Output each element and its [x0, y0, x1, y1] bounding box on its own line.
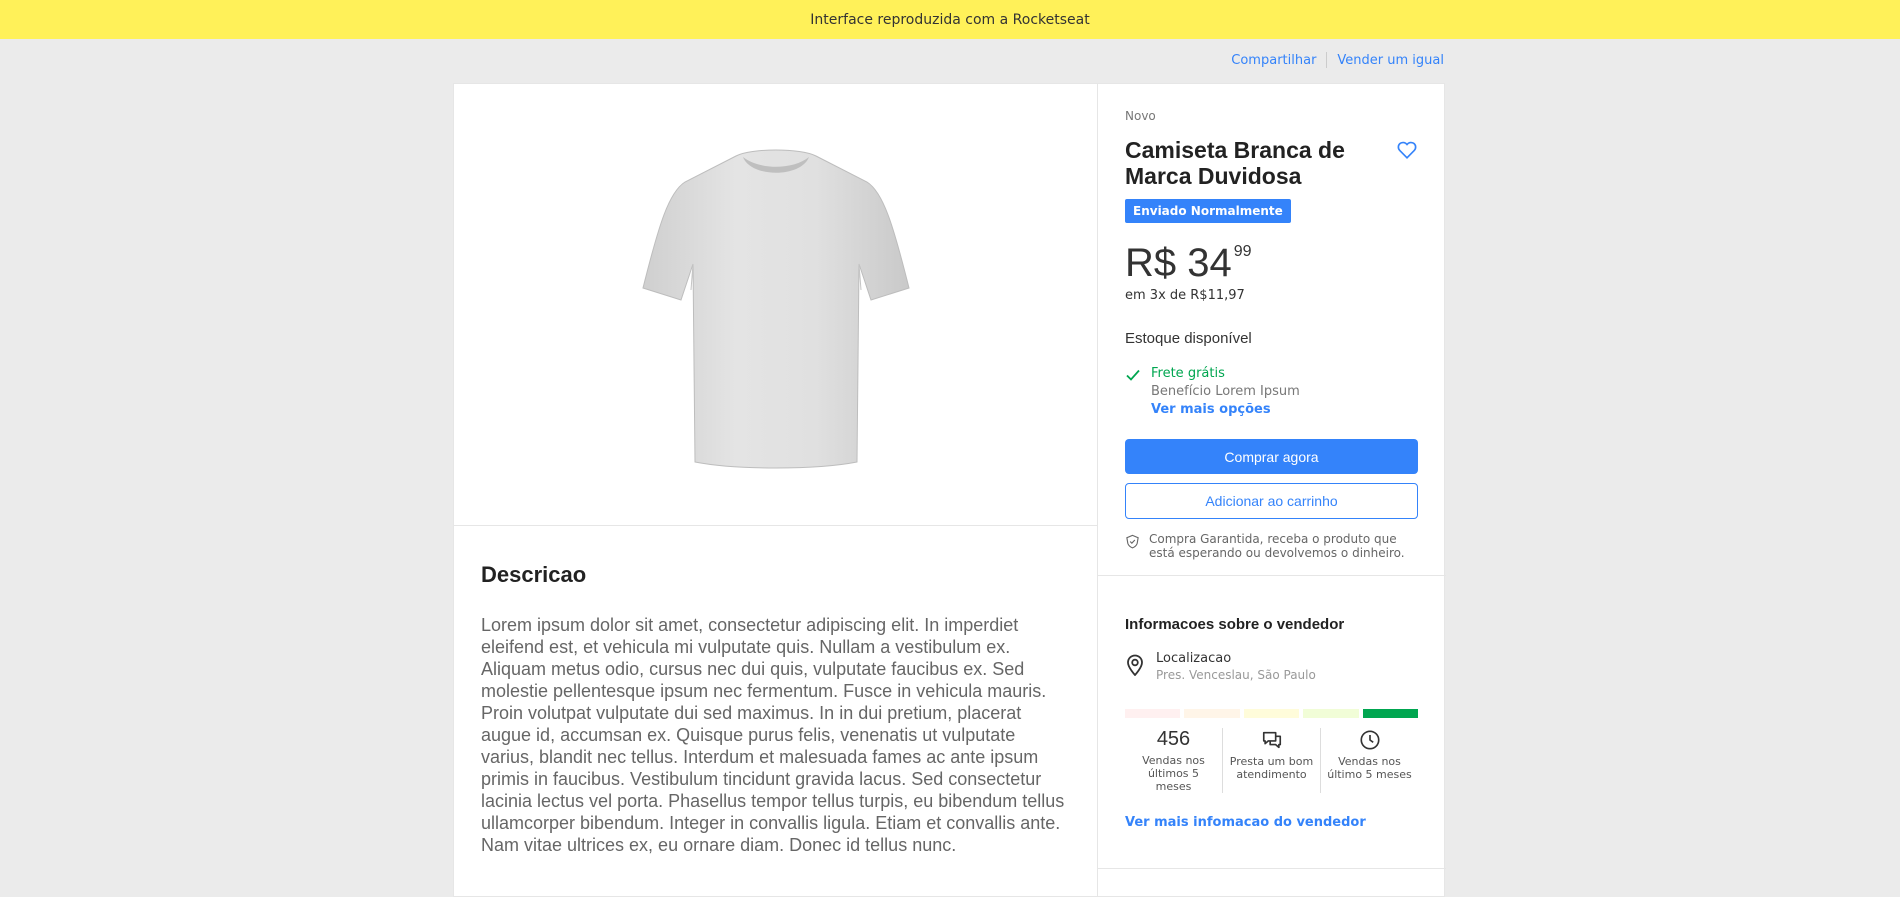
price: R$ 34 99: [1125, 241, 1418, 286]
description-body: Lorem ipsum dolor sit amet, consectetur …: [481, 615, 1065, 855]
location-text: Localizacao Pres. Venceslau, São Paulo: [1156, 651, 1316, 682]
metric-service-label: Presta um bom atendimento: [1229, 755, 1314, 781]
shipping-lines: Frete grátis Benefício Lorem Ipsum Ver m…: [1151, 365, 1300, 419]
shipping-badge: Enviado Normalmente: [1125, 199, 1291, 223]
check-icon: [1126, 369, 1140, 381]
link-divider: [1326, 52, 1328, 68]
seller-heading: Informacoes sobre o vendedor: [1125, 616, 1345, 633]
seller-more-link[interactable]: Ver mais infomacao do vendedor: [1125, 815, 1418, 830]
description-heading: Descricao: [481, 562, 587, 587]
more-options-link[interactable]: Ver mais opções: [1151, 401, 1300, 419]
top-links: Compartilhar Vender um igual: [1231, 52, 1444, 68]
right-column: Novo Camiseta Branca de Marca Duvidosa E…: [1097, 84, 1446, 896]
benefit-label: Benefício Lorem Ipsum: [1151, 384, 1300, 399]
chat-icon: [1262, 731, 1281, 749]
thermo-level-3: [1243, 709, 1300, 718]
clock-icon: [1359, 730, 1380, 750]
installments: em 3x de R$11,97: [1125, 288, 1245, 303]
stock-status: Estoque disponível: [1125, 330, 1252, 347]
condition-label: Novo: [1125, 109, 1156, 123]
top-banner: Interface reproduzida com a Rocketseat: [0, 0, 1900, 39]
metric-sales-value: 456: [1156, 728, 1191, 750]
buy-box: Novo Camiseta Branca de Marca Duvidosa E…: [1125, 109, 1418, 560]
guarantee-note: Compra Garantida, receba o produto que e…: [1125, 532, 1418, 560]
metric-delivery-label: Vendas nos último 5 meses: [1327, 755, 1412, 781]
seller-info: Informacoes sobre o vendedor Localizacao…: [1125, 616, 1419, 830]
heart-icon[interactable]: [1396, 139, 1418, 161]
thermo-level-1: [1125, 709, 1181, 718]
sell-same-link[interactable]: Vender um igual: [1337, 53, 1444, 68]
section-divider-bottom: [1098, 868, 1446, 869]
left-column: Descricao Lorem ipsum dolor sit amet, co…: [454, 84, 1097, 896]
location-pin-icon: [1127, 654, 1143, 676]
metric-sales: 456 Vendas nos últimos 5 meses: [1125, 728, 1223, 793]
section-divider: [1098, 575, 1446, 576]
reputation-thermometer: [1125, 709, 1419, 718]
price-amount: R$ 34: [1125, 241, 1232, 285]
share-link[interactable]: Compartilhar: [1231, 53, 1316, 68]
metric-delivery: Vendas nos último 5 meses: [1321, 728, 1418, 793]
metric-sales-label: Vendas nos últimos 5 meses: [1142, 754, 1205, 793]
guarantee-text: Compra Garantida, receba o produto que e…: [1149, 532, 1405, 560]
add-to-cart-button[interactable]: Adicionar ao carrinho: [1125, 483, 1418, 519]
seller-metrics: 456 Vendas nos últimos 5 meses Presta um…: [1125, 728, 1418, 793]
product-image-area: [454, 84, 1097, 526]
seller-location: Localizacao Pres. Venceslau, São Paulo: [1125, 651, 1418, 682]
description-section: Descricao Lorem ipsum dolor sit amet, co…: [481, 562, 1071, 856]
tshirt-image[interactable]: [631, 140, 921, 470]
product-title: Camiseta Branca de Marca Duvidosa: [1125, 137, 1345, 189]
buy-now-button[interactable]: Comprar agora: [1125, 439, 1418, 474]
location-label: Localizacao: [1156, 651, 1232, 666]
thermo-level-2: [1184, 709, 1240, 718]
shipping-info: Frete grátis Benefício Lorem Ipsum Ver m…: [1125, 365, 1418, 419]
location-value: Pres. Venceslau, São Paulo: [1156, 668, 1316, 682]
shield-icon: [1126, 534, 1139, 549]
banner-text: Interface reproduzida com a Rocketseat: [810, 11, 1090, 28]
metric-service: Presta um bom atendimento: [1223, 728, 1321, 793]
thermo-level-4: [1303, 709, 1359, 718]
title-row: Camiseta Branca de Marca Duvidosa: [1125, 137, 1418, 189]
free-shipping-label: Frete grátis: [1151, 366, 1225, 381]
thermo-level-5: [1362, 709, 1419, 718]
price-cents: 99: [1233, 243, 1252, 260]
product-panel: Descricao Lorem ipsum dolor sit amet, co…: [453, 83, 1446, 897]
